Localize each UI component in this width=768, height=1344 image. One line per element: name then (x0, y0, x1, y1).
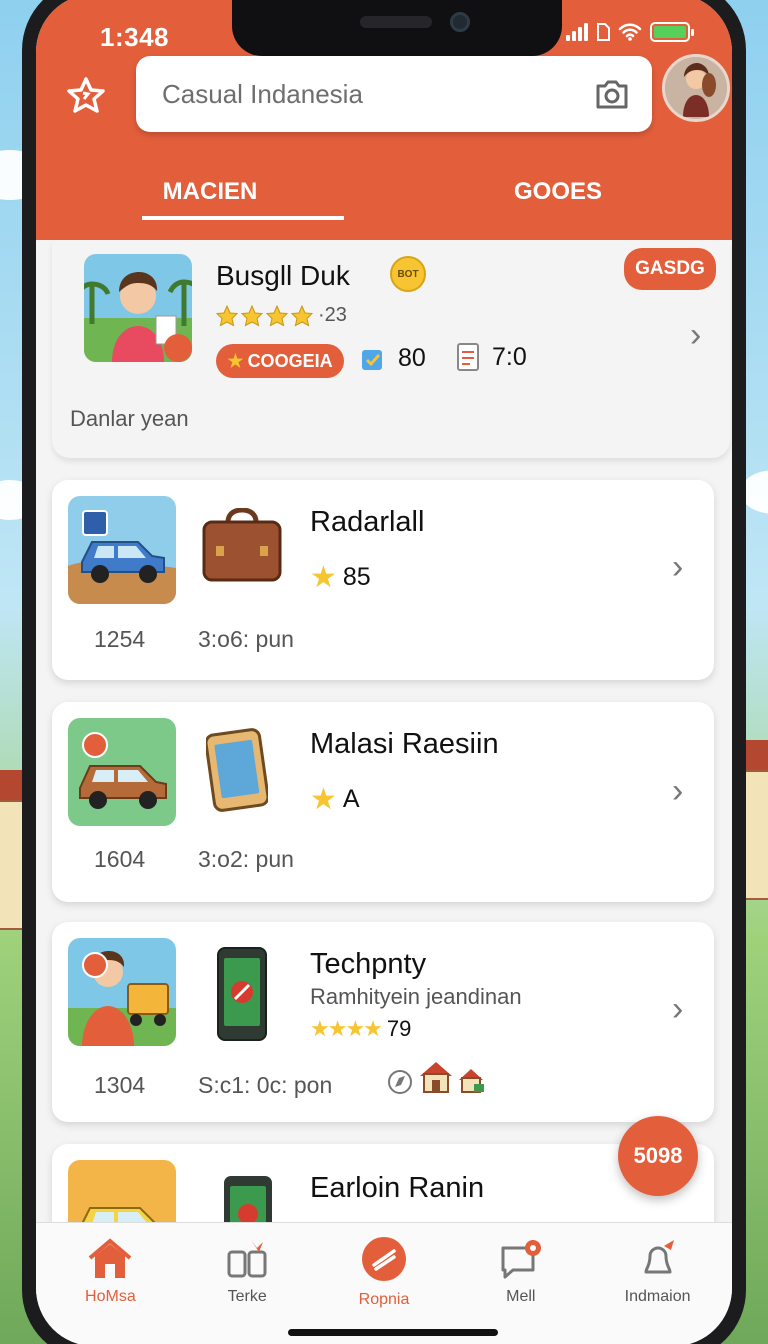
small-star-icon: ★ (227, 350, 244, 371)
featured-action-pill[interactable]: GASDG (624, 248, 716, 290)
battery-icon (650, 22, 694, 42)
status-time: 1:348 (100, 22, 169, 52)
search-input[interactable] (162, 78, 594, 110)
featured-title-badge: BOT (390, 256, 426, 292)
item-count: 1254 (94, 626, 146, 652)
search-bar[interactable] (136, 56, 652, 132)
item-rating: ★ A (310, 783, 360, 816)
tab-gooes[interactable]: GOOES (384, 144, 732, 240)
grid-icon (227, 1239, 267, 1277)
item-title: Earloin Ranin (310, 1172, 485, 1204)
notch (232, 0, 562, 56)
category-pill[interactable]: ★ COOGEIA (216, 344, 344, 378)
nav-item-ropnia[interactable]: Ropnia (316, 1223, 453, 1320)
item-title: Malasi Raesiin (310, 728, 499, 760)
home-indicator (288, 1329, 498, 1336)
tab-bar: MACIEN GOOES (36, 144, 732, 240)
chevron-right-icon[interactable]: › (672, 990, 683, 1029)
star-icon (67, 77, 105, 113)
list-item[interactable]: Techpnty Ramhityein jeandinan ★★★★ 79 13… (52, 922, 714, 1122)
star-logo-button[interactable] (60, 70, 112, 122)
item-subtitle: Ramhityein jeandinan (310, 984, 522, 1009)
chevron-right-icon[interactable]: › (672, 772, 683, 811)
document-icon (457, 343, 479, 371)
chevron-right-icon[interactable]: › (672, 548, 683, 587)
house-icon (420, 1062, 452, 1093)
item-count: 1304 (94, 1072, 146, 1098)
item-rating: ★ 85 (310, 561, 371, 594)
featured-stat-a: 80 (360, 344, 426, 373)
featured-stat-b: 7:0 (456, 342, 527, 372)
nav-item-terke[interactable]: Terke (179, 1223, 316, 1320)
home-icon (89, 1237, 132, 1278)
phone-frame: 1:348 Casual Indanesia MACIEN GOOES Busg… (22, 0, 746, 1344)
floating-action-button[interactable]: 5098 (618, 1116, 698, 1196)
tablet-icon (206, 728, 268, 812)
camera-icon[interactable] (594, 77, 630, 111)
featured-rating: ·23 (216, 304, 347, 327)
tab-macien[interactable]: MACIEN (36, 144, 384, 240)
featured-thumbnail (84, 254, 192, 362)
compass-icon (361, 1236, 406, 1281)
sim-icon (597, 23, 610, 41)
briefcase-icon (202, 508, 282, 582)
nav-item-home[interactable]: HoMsa (42, 1223, 179, 1320)
compass-small-icon (388, 1070, 412, 1094)
app-header: 1:348 Casual Indanesia MACIEN GOOES (36, 0, 732, 240)
avatar[interactable] (662, 54, 730, 122)
featured-caption: Danlar yean (70, 406, 189, 431)
nav-item-indmaion[interactable]: Indmaion (589, 1223, 726, 1320)
wifi-icon (618, 23, 642, 41)
featured-rating-text: ·23 (318, 304, 347, 326)
check-box-icon (362, 349, 382, 370)
list-item[interactable]: Malasi Raesiin ★ A 1604 3:o2: pun › (52, 702, 714, 902)
item-title: Techpnty (310, 948, 427, 980)
bell-icon (644, 1239, 674, 1273)
item-meta: S:c1: 0c: pon (198, 1072, 333, 1098)
bottom-nav: HoMsa Terke Ropnia Mell Indmaion (36, 1222, 732, 1344)
item-meta: 3:o6: pun (198, 626, 294, 652)
phone-icon (217, 947, 267, 1041)
star-rating-icon: ★★★★ (310, 1016, 383, 1041)
mail-icon (501, 1239, 541, 1278)
featured-title: Busgll Duk (216, 260, 350, 291)
nav-item-mell[interactable]: Mell (452, 1223, 589, 1320)
star-icon: ★ (310, 561, 337, 594)
item-title: Radarlall (310, 506, 425, 538)
list-item[interactable]: Radarlall ★ 85 1254 3:o6: pun › (52, 480, 714, 680)
house-small-icon (459, 1069, 484, 1093)
item-rating: ★★★★ 79 (310, 1016, 412, 1041)
app-screen: 1:348 Casual Indanesia MACIEN GOOES Busg… (36, 0, 732, 1344)
chevron-right-icon[interactable]: › (690, 316, 701, 355)
boy-thumbnail (68, 938, 176, 1046)
item-meta: 3:o2: pun (198, 846, 294, 872)
featured-card[interactable]: Busgll Duk BOT ·23 ★ COOGEIA 80 7:0 GASD… (52, 240, 730, 458)
item-count: 1604 (94, 846, 146, 872)
status-icons (566, 22, 694, 42)
signal-icon (566, 23, 588, 41)
car-thumbnail (68, 496, 176, 604)
star-icon: ★ (310, 783, 337, 816)
star-rating-icon (216, 304, 314, 326)
car-thumbnail (68, 718, 176, 826)
